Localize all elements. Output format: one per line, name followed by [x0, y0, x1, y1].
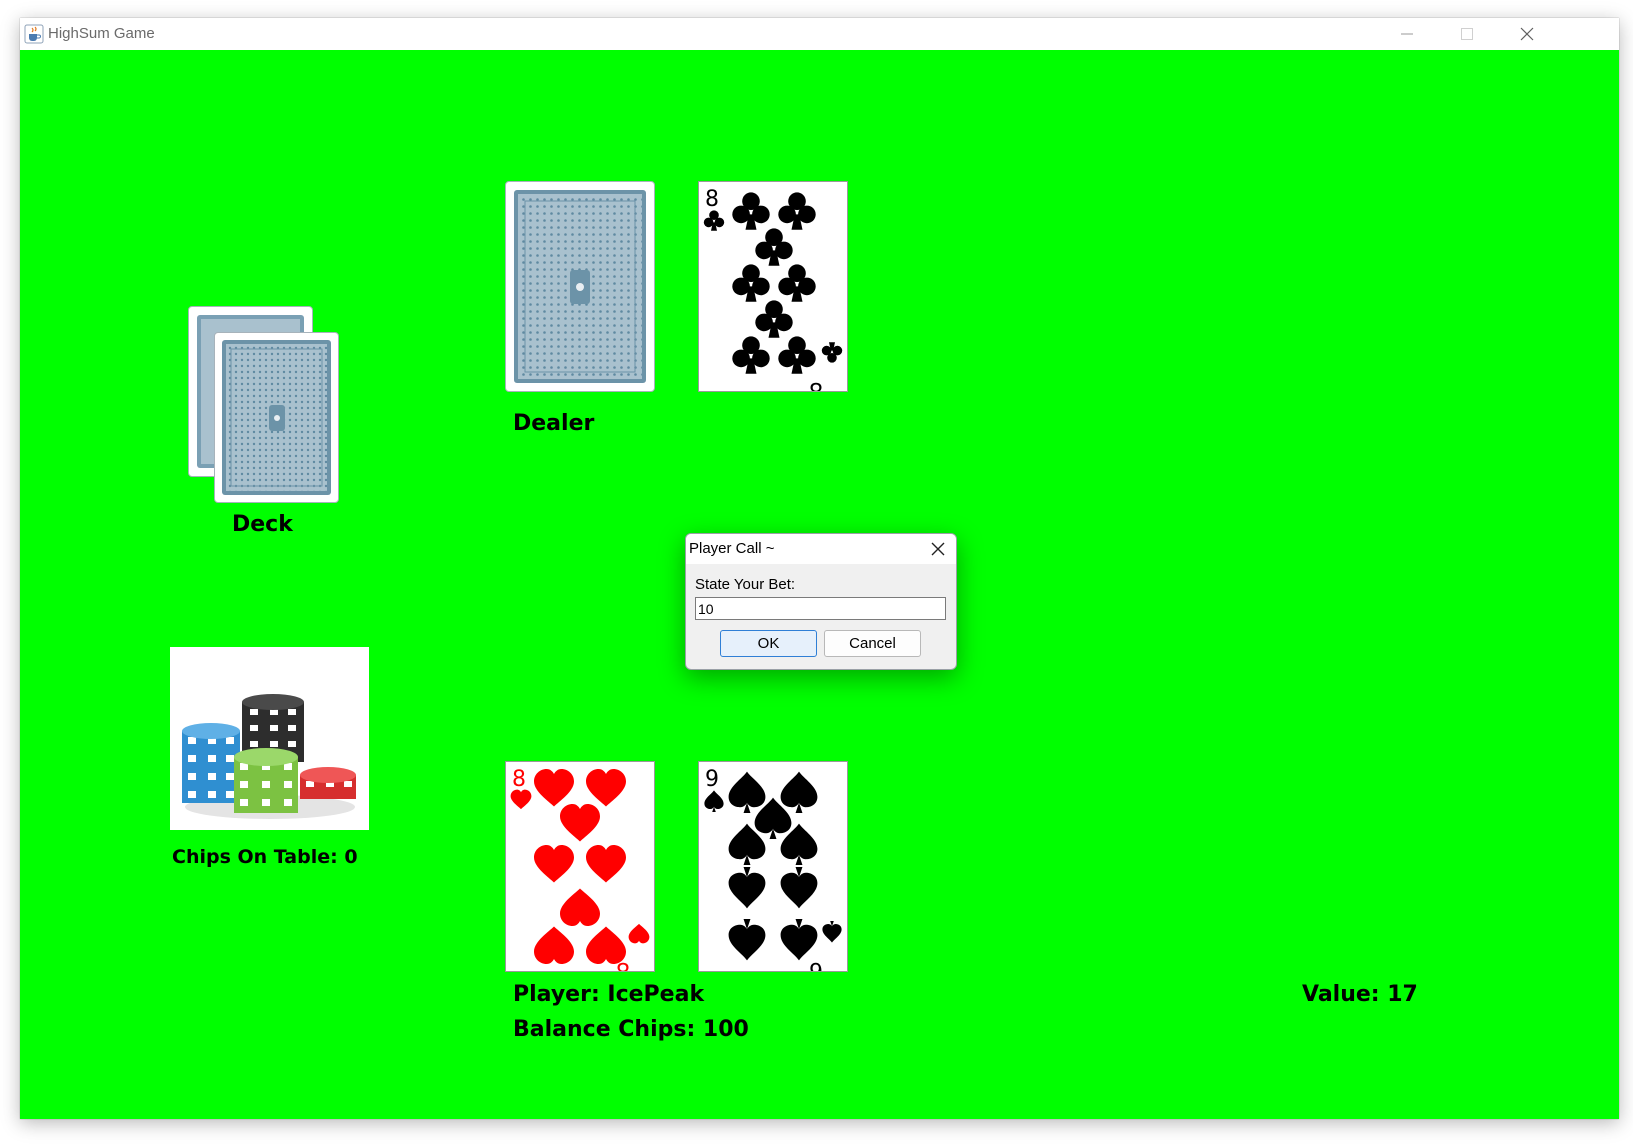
close-icon[interactable] [928, 539, 948, 559]
chips-on-table-label: Chips On Table: 0 [172, 846, 358, 868]
java-cup-icon [24, 24, 44, 44]
bet-input[interactable] [695, 597, 946, 620]
svg-text:9: 9 [705, 767, 719, 792]
window-title: HighSum Game [48, 25, 155, 42]
player-card-8-hearts: 8 8 [505, 761, 655, 972]
ok-button[interactable]: OK [720, 630, 817, 657]
deck-label: Deck [232, 512, 293, 537]
dealer-card-hidden [505, 181, 655, 392]
player-call-dialog: Player Call ~ State Your Bet: OK Cancel [685, 533, 957, 670]
hearts-card-face: 8 8 [510, 767, 650, 971]
player-name-label: Player: IcePeak [513, 982, 705, 1007]
spades-card-face: 9 6 [704, 767, 842, 971]
clubs-card-face: 8 8 [703, 187, 843, 391]
card-back-pattern [222, 340, 331, 495]
cancel-button[interactable]: Cancel [824, 630, 921, 657]
deck-card-back[interactable] [214, 332, 339, 503]
svg-text:8: 8 [616, 957, 630, 971]
dialog-title-bar: Player Call ~ [686, 534, 956, 564]
close-icon [1520, 27, 1534, 41]
player-card-9-spades: 9 6 [698, 761, 848, 972]
svg-text:6: 6 [809, 957, 823, 971]
minimize-button[interactable] [1377, 18, 1437, 50]
hand-value-label: Value: 17 [1302, 982, 1418, 1007]
svg-text:8: 8 [809, 377, 823, 391]
dialog-title: Player Call ~ [689, 540, 775, 557]
balance-chips-label: Balance Chips: 100 [513, 1017, 749, 1042]
card-back-pattern [514, 190, 646, 383]
svg-text:8: 8 [705, 187, 719, 212]
minimize-icon [1401, 33, 1413, 35]
close-window-button[interactable] [1497, 18, 1557, 50]
dealer-label: Dealer [513, 411, 595, 436]
title-bar: HighSum Game [20, 18, 1619, 51]
dealer-card-8-clubs: 8 8 [698, 181, 848, 392]
maximize-button[interactable] [1437, 18, 1497, 50]
svg-text:8: 8 [512, 767, 526, 792]
bet-prompt: State Your Bet: [695, 576, 796, 593]
poker-chips-stack-icon [182, 694, 356, 819]
chips-image [170, 647, 369, 830]
maximize-icon [1461, 28, 1473, 40]
